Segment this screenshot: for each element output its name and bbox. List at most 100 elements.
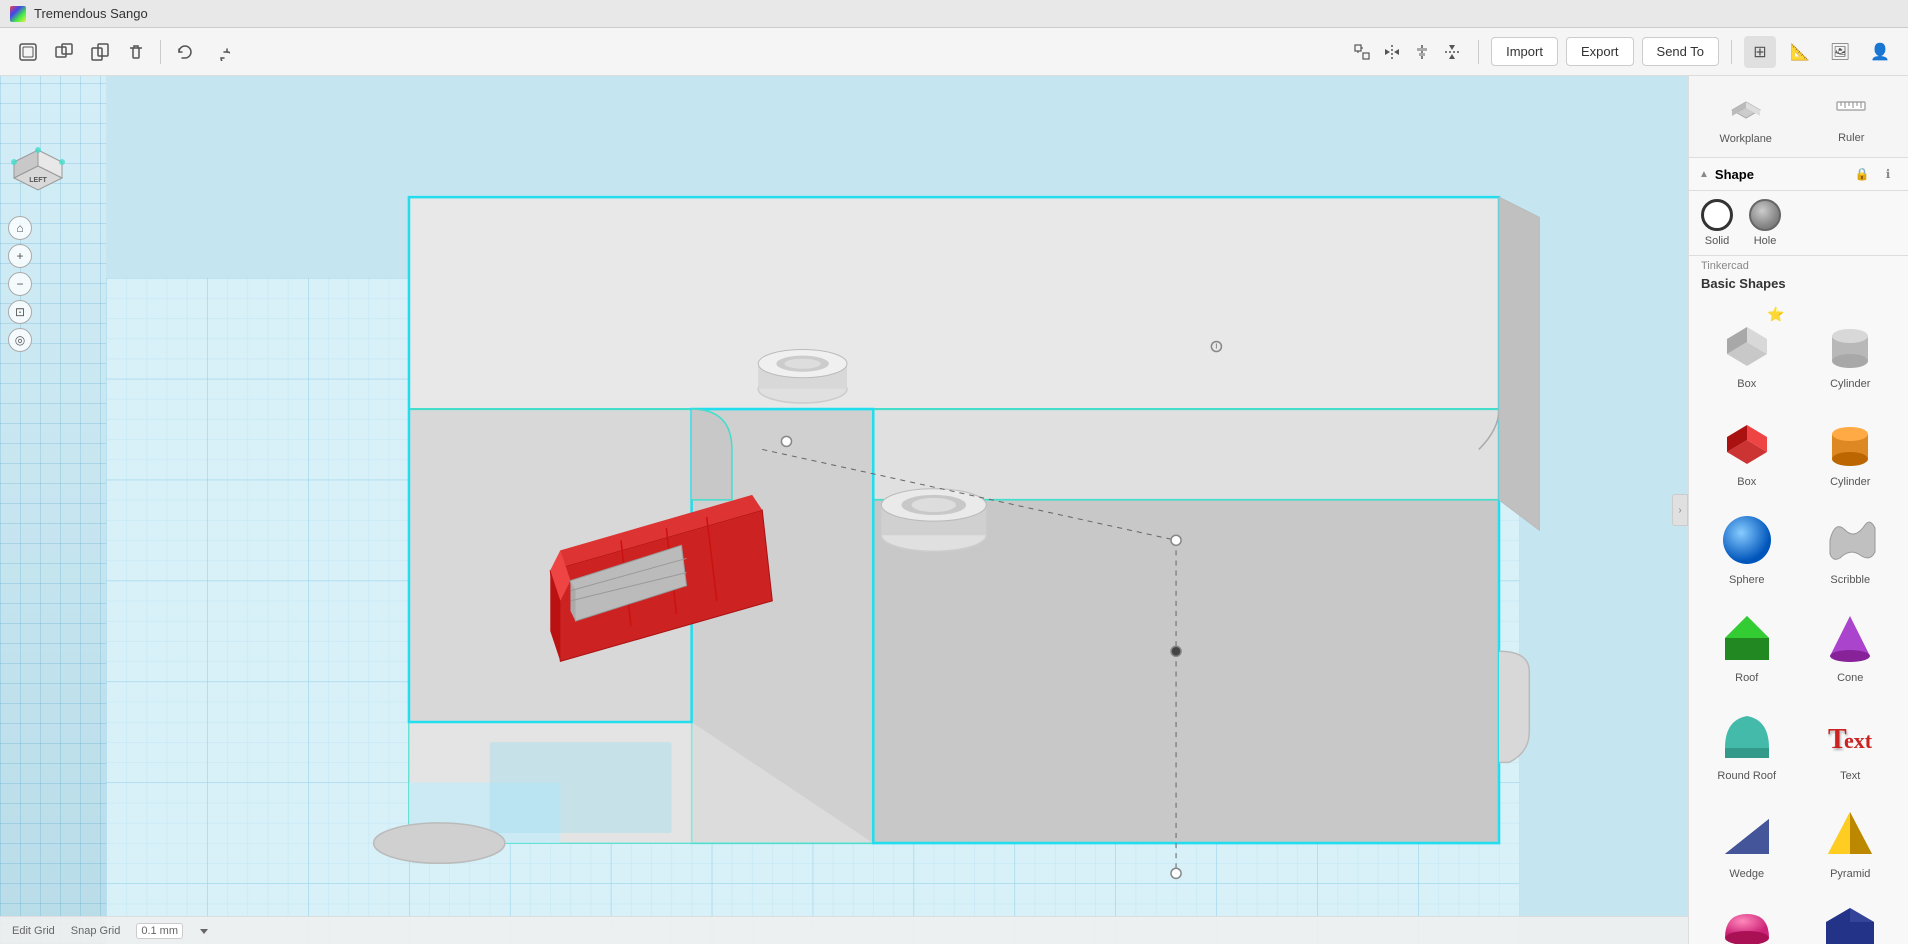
lock-icon[interactable]: 🔒 [1852, 164, 1872, 184]
redo-button[interactable] [205, 36, 237, 68]
shape-type-selector: Solid Hole [1689, 191, 1908, 256]
star-badge: ⭐ [1767, 306, 1784, 323]
viewport-status-bar: Edit Grid Snap Grid 0.1 mm [0, 916, 1688, 944]
shapes-grid: ⭐ Box Cylinder [1689, 295, 1908, 944]
solid-label: Solid [1705, 235, 1729, 247]
viewport[interactable]: LEFT ⌂ + − ⊡ ◎ › Edit Grid Snap Grid 0.1… [0, 76, 1908, 944]
shape-preview-wedge [1715, 802, 1779, 866]
shape-preview-roof [1715, 606, 1779, 670]
workplane-tab[interactable]: Workplane [1697, 84, 1795, 149]
shape-label-cone: Cone [1837, 672, 1863, 684]
3d-view-button[interactable]: ⊞ [1744, 36, 1776, 68]
shape-preview-sphere-blue [1715, 508, 1779, 572]
title-bar: Tremendous Sango [0, 0, 1908, 28]
shape-item-polygon[interactable]: Polygon [1801, 891, 1901, 944]
align-icon[interactable] [1408, 38, 1436, 66]
shape-item-box-red[interactable]: Box [1697, 401, 1797, 495]
select-button[interactable] [12, 36, 44, 68]
home-view-button[interactable]: ⌂ [8, 216, 32, 240]
info-icon[interactable]: ℹ [1878, 164, 1898, 184]
panel-top-icons: Workplane Ruler [1689, 76, 1908, 158]
flat-view-button[interactable]: 📐 [1784, 36, 1816, 68]
shape-preview-polygon [1818, 900, 1882, 944]
shape-item-round-roof[interactable]: Round Roof [1697, 695, 1797, 789]
mirror-icon[interactable] [1378, 38, 1406, 66]
shape-preview-round-roof [1715, 704, 1779, 768]
snap-grid-dropdown-icon[interactable] [199, 926, 209, 936]
shape-label-pyramid: Pyramid [1830, 868, 1870, 880]
shape-label-text: Text [1840, 770, 1860, 782]
sendto-button[interactable]: Send To [1642, 37, 1719, 66]
left-controls: ⌂ + − ⊡ ◎ [8, 216, 32, 352]
zoom-in-button[interactable]: + [8, 244, 32, 268]
shape-preview-box-red [1715, 410, 1779, 474]
undo-button[interactable] [169, 36, 201, 68]
workplane-label: Workplane [1720, 133, 1772, 145]
ruler-label: Ruler [1838, 132, 1864, 144]
photo-view-button[interactable]: 🖼 [1824, 36, 1856, 68]
shape-preview-pyramid [1818, 802, 1882, 866]
ruler-tab[interactable]: Ruler [1803, 84, 1901, 149]
shape-label-sphere-blue: Sphere [1729, 574, 1764, 586]
shape-item-roof[interactable]: Roof [1697, 597, 1797, 691]
duplicate-button[interactable] [84, 36, 116, 68]
shape-panel-header: ▲ Shape 🔒 ℹ [1689, 158, 1908, 191]
shape-label-scribble: Scribble [1830, 574, 1870, 586]
shape-preview-text: T ext [1818, 704, 1882, 768]
edit-grid-label: Edit Grid [12, 925, 55, 937]
solid-type-option[interactable]: Solid [1701, 199, 1733, 247]
shape-item-cylinder-orange[interactable]: Cylinder [1801, 401, 1901, 495]
fit-view-button[interactable]: ⊡ [8, 300, 32, 324]
svg-text:ext: ext [1844, 728, 1873, 753]
collapse-panel-arrow[interactable]: › [1672, 494, 1688, 526]
shape-label-wedge: Wedge [1729, 868, 1764, 880]
panel-title: Shape [1715, 167, 1846, 182]
app-icon [10, 6, 26, 22]
shape-item-half-sphere[interactable]: Half Sphere [1697, 891, 1797, 944]
shape-item-wedge[interactable]: Wedge [1697, 793, 1797, 887]
shape-label-cylinder-orange: Cylinder [1830, 476, 1870, 488]
toolbar-separator-3 [1731, 40, 1732, 64]
hole-type-option[interactable]: Hole [1749, 199, 1781, 247]
snap-grid-value: 0.1 mm [136, 923, 183, 939]
export-button[interactable]: Export [1566, 37, 1634, 66]
shape-label-box-gray: Box [1737, 378, 1756, 390]
snap-grid-label: Snap Grid [71, 925, 121, 937]
shape-item-scribble[interactable]: Scribble [1801, 499, 1901, 593]
shape-item-text[interactable]: T ext Text [1801, 695, 1901, 789]
workplane-icon [1728, 88, 1764, 130]
shape-preview-cylinder-orange [1818, 410, 1882, 474]
shape-item-box-gray[interactable]: ⭐ Box [1697, 303, 1797, 397]
zoom-out-button[interactable]: − [8, 272, 32, 296]
account-button[interactable]: 👤 [1864, 36, 1896, 68]
flip-icon[interactable] [1438, 38, 1466, 66]
ruler-icon [1833, 88, 1869, 129]
shape-label-box-red: Box [1737, 476, 1756, 488]
transform-icon[interactable] [1348, 38, 1376, 66]
shape-item-pyramid[interactable]: Pyramid [1801, 793, 1901, 887]
toolbar-separator-2 [1478, 40, 1479, 64]
ortho-view-button[interactable]: ◎ [8, 328, 32, 352]
category-label: Tinkercad [1689, 256, 1908, 276]
shape-preview-cylinder-gray [1818, 312, 1882, 376]
shape-panel: Workplane Ruler ▲ [1688, 76, 1908, 944]
shape-label-round-roof: Round Roof [1717, 770, 1776, 782]
import-button[interactable]: Import [1491, 37, 1558, 66]
category-name: Basic Shapes [1689, 276, 1908, 295]
svg-text:LEFT: LEFT [29, 177, 47, 184]
shape-preview-cone [1818, 606, 1882, 670]
shape-item-sphere-blue[interactable]: Sphere [1697, 499, 1797, 593]
main-area: LEFT ⌂ + − ⊡ ◎ › Edit Grid Snap Grid 0.1… [0, 76, 1908, 944]
group-button[interactable] [48, 36, 80, 68]
shape-preview-scribble [1818, 508, 1882, 572]
shape-item-cylinder-gray[interactable]: Cylinder [1801, 303, 1901, 397]
shape-label-cylinder-gray: Cylinder [1830, 378, 1870, 390]
delete-button[interactable] [120, 36, 152, 68]
shape-item-cone[interactable]: Cone [1801, 597, 1901, 691]
view-icon-group [1348, 38, 1466, 66]
axis-cube[interactable]: LEFT [10, 146, 66, 202]
scene-svg [0, 76, 1908, 944]
hole-label: Hole [1754, 235, 1777, 247]
chevron-up-icon[interactable]: ▲ [1699, 169, 1709, 180]
toolbar-separator-1 [160, 40, 161, 64]
